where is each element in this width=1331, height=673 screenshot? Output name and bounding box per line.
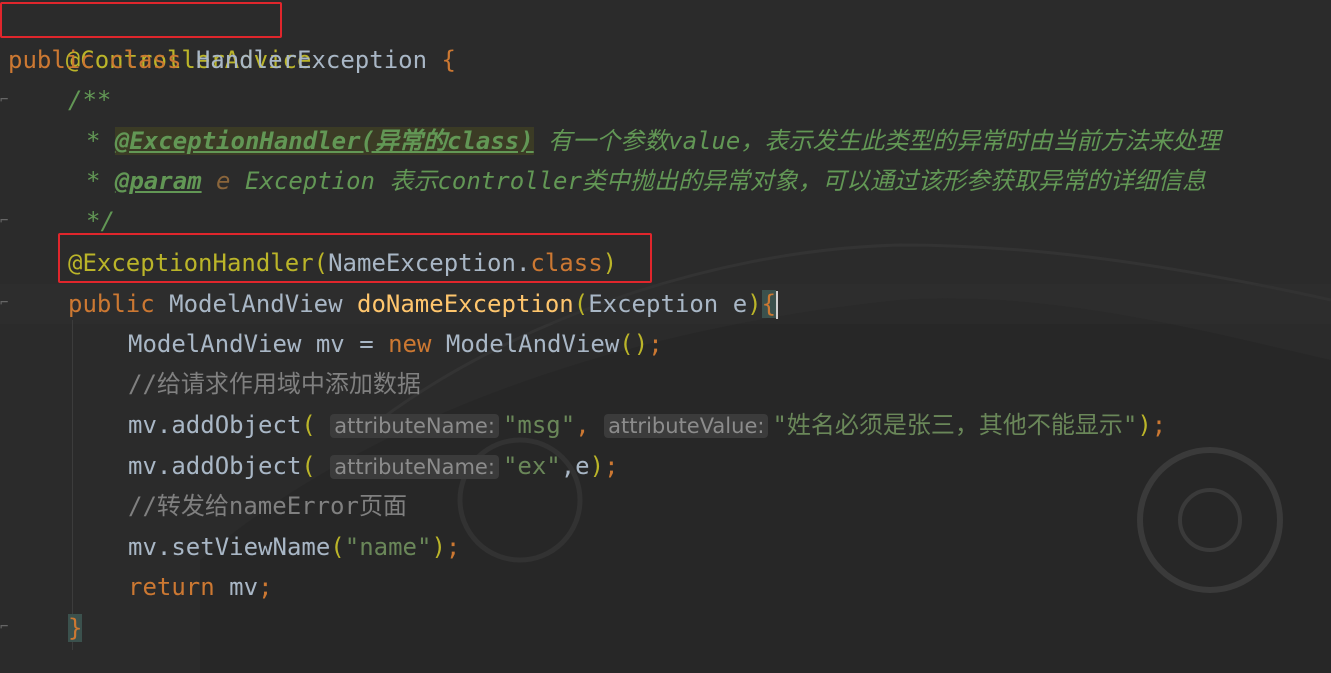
code-line-14[interactable]: mv.setViewName("name"); xyxy=(128,527,460,567)
code-editor[interactable]: @ControllerAdvice public class HandlerEx… xyxy=(0,0,1331,673)
keyword-public: public xyxy=(8,46,95,74)
code-line-2[interactable]: public class HandlerException { xyxy=(8,40,456,80)
text-cursor xyxy=(776,291,779,319)
code-line-13[interactable]: //转发给nameError页面 xyxy=(128,486,407,526)
method-params: Exception e xyxy=(588,290,748,318)
doc-text: 有一个参数value，表示发生此类型的异常时由当前方法来处理 xyxy=(533,127,1221,155)
code-line-11[interactable]: mv.addObject( attributeName: "msg", attri… xyxy=(128,405,1166,445)
string-literal: "ex" xyxy=(502,452,561,480)
string-literal: "姓名必须是张三，其他不能显示" xyxy=(772,411,1138,439)
open-brace: { xyxy=(441,46,456,74)
return-type: ModelAndView xyxy=(154,290,357,318)
method-call: mv.setViewName xyxy=(128,533,331,561)
code-line-9[interactable]: ModelAndView mv = new ModelAndView(); xyxy=(128,324,663,364)
semicolon: ; xyxy=(648,330,663,358)
doc-param-name: e xyxy=(201,167,231,195)
class-name: HandlerException xyxy=(195,46,428,74)
code-line-15[interactable]: return mv; xyxy=(128,567,273,607)
doc-star: * xyxy=(86,127,101,155)
method-open-brace: { xyxy=(761,290,777,318)
param-hint-attributename: attributeName: xyxy=(330,414,499,438)
line-comment: //给请求作用域中添加数据 xyxy=(128,370,421,398)
code-line-8[interactable]: public ModelAndView doNameException(Exce… xyxy=(68,284,779,324)
code-line-16[interactable]: } xyxy=(68,608,83,648)
code-text: ,e xyxy=(560,452,590,480)
method-name: doNameException xyxy=(357,290,574,318)
method-call: mv.addObject xyxy=(128,411,302,439)
open-paren: ( xyxy=(301,452,316,480)
close-paren: ) xyxy=(1137,411,1152,439)
doc-exceptionhandler-tag: @ExceptionHandler(异常的class) xyxy=(114,127,534,155)
string-literal: "msg" xyxy=(502,411,576,439)
code-line-12[interactable]: mv.addObject( attributeName: "ex",e); xyxy=(128,446,619,486)
semicolon: ; xyxy=(604,452,619,480)
highlight-box-exception-handler xyxy=(58,233,652,283)
parens: () xyxy=(619,330,649,358)
open-paren: ( xyxy=(301,411,316,439)
doc-comment-close: */ xyxy=(86,207,115,235)
open-paren: ( xyxy=(573,290,589,318)
method-close-brace: } xyxy=(68,614,83,642)
keyword-public: public xyxy=(68,290,155,318)
doc-comment-open: /** xyxy=(68,86,112,114)
semicolon: ; xyxy=(1151,411,1167,439)
open-paren: ( xyxy=(330,533,345,561)
method-call: mv.addObject xyxy=(128,452,302,480)
param-hint-attributename: attributeName: xyxy=(330,455,499,479)
semicolon: ; xyxy=(445,533,461,561)
doc-param-tag: @param xyxy=(114,167,202,195)
code-line-3[interactable]: /** xyxy=(68,80,111,120)
code-text: ModelAndView mv = xyxy=(128,330,389,358)
close-paren: ) xyxy=(589,452,605,480)
highlight-box-controller-advice xyxy=(0,2,282,38)
comma: , xyxy=(575,411,590,439)
keyword-class: class xyxy=(109,46,182,74)
close-paren: ) xyxy=(431,533,446,561)
line-comment: //转发给nameError页面 xyxy=(128,492,407,520)
doc-star: * xyxy=(86,167,101,195)
code-line-4[interactable]: * @ExceptionHandler(异常的class) 有一个参数value… xyxy=(86,121,1220,161)
semicolon: ; xyxy=(258,573,273,601)
code-text: mv xyxy=(214,573,259,601)
keyword-new: new xyxy=(388,330,432,358)
code-line-10[interactable]: //给请求作用域中添加数据 xyxy=(128,364,421,404)
code-line-5[interactable]: * @param e Exception 表示controller类中抛出的异常… xyxy=(86,161,1206,201)
string-literal: "name" xyxy=(344,533,432,561)
keyword-return: return xyxy=(128,573,215,601)
param-hint-attributevalue: attributeValue: xyxy=(604,414,769,438)
constructor-name: ModelAndView xyxy=(431,330,620,358)
doc-text: Exception 表示controller类中抛出的异常对象，可以通过该形参获… xyxy=(230,167,1206,195)
close-paren: ) xyxy=(747,290,762,318)
